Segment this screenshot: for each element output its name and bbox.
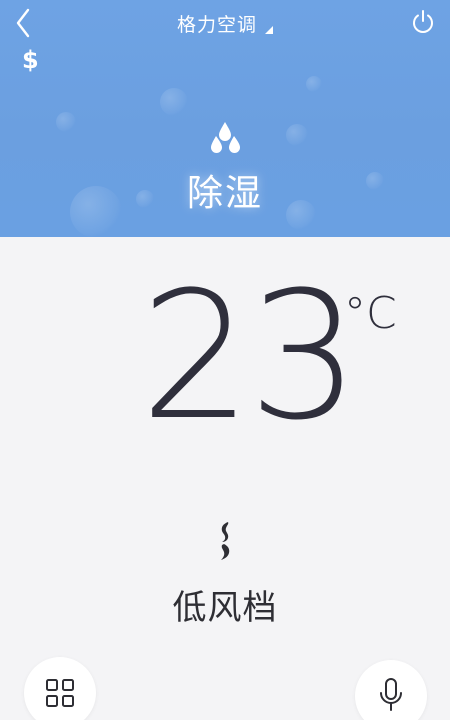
microphone-icon (380, 678, 402, 711)
menu-button[interactable] (24, 657, 96, 720)
temperature-value[interactable]: 23 (140, 262, 360, 452)
cost-icon[interactable]: $ (22, 46, 39, 74)
water-drops-icon (211, 122, 240, 153)
mode-label[interactable]: 除湿 (0, 164, 450, 216)
bubble-decoration (306, 76, 322, 92)
dropdown-caret-icon (265, 26, 273, 34)
bubble-decoration (160, 88, 188, 116)
power-button[interactable] (410, 8, 436, 36)
ac-remote-screen: $ 格力空调 除湿 23 °C 低风档 (0, 0, 450, 720)
temperature-unit: °C (344, 288, 397, 339)
bubble-decoration (56, 112, 76, 132)
fan-speed-icon (221, 522, 230, 560)
power-icon (413, 10, 433, 33)
fan-speed-label[interactable]: 低风档 (0, 580, 450, 629)
mode-header: $ 格力空调 除湿 (0, 0, 450, 237)
bubble-decoration (286, 124, 308, 146)
voice-button[interactable] (355, 660, 427, 720)
device-title: 格力空调 (176, 13, 257, 36)
device-selector[interactable]: 格力空调 (0, 6, 450, 40)
grid-icon (46, 679, 74, 707)
